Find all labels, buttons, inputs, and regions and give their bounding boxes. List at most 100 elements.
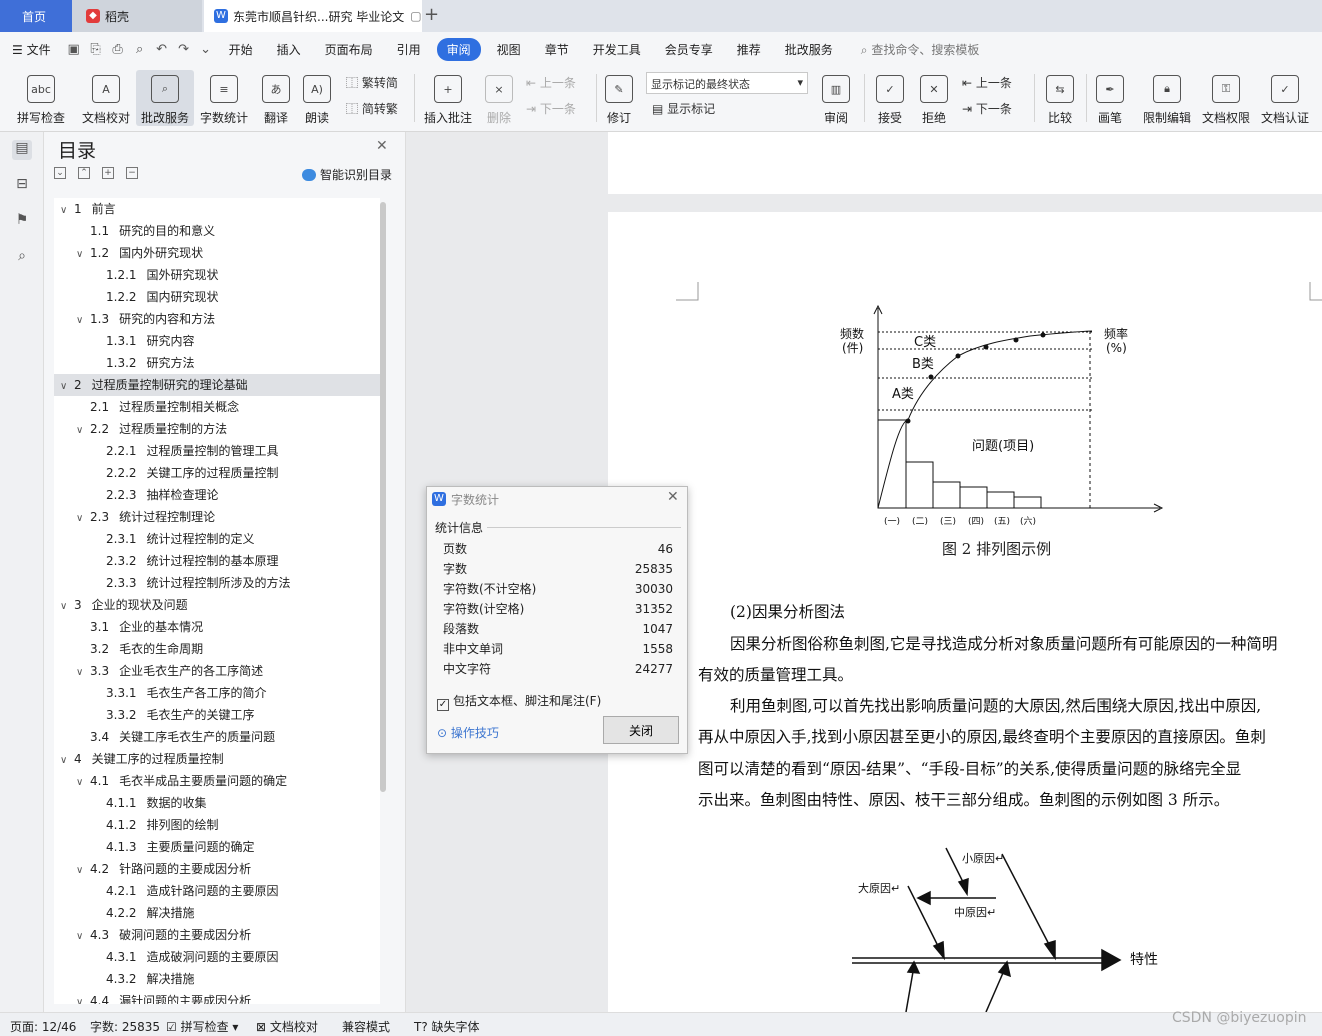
word-count-indicator[interactable]: 字数: 25835 bbox=[90, 1018, 160, 1035]
menu-item-5[interactable]: 视图 bbox=[485, 41, 533, 58]
export-icon[interactable]: ⎘ bbox=[85, 42, 107, 57]
toc-item[interactable]: 2.1 过程质量控制相关概念 bbox=[54, 396, 380, 418]
toc-item[interactable]: ∨ 2.2 过程质量控制的方法 bbox=[54, 418, 380, 440]
spell-check-toggle[interactable]: ☑ 拼写检查 ▾ bbox=[166, 1018, 238, 1035]
chevron-down-icon[interactable]: ∨ bbox=[60, 750, 74, 772]
toc-item[interactable]: 1.1 研究的目的和意义 bbox=[54, 220, 380, 242]
tab-home[interactable]: 首页 bbox=[0, 0, 72, 32]
accept-button[interactable]: ✓ 接受 bbox=[870, 70, 910, 126]
chevron-down-icon[interactable]: ∨ bbox=[76, 508, 90, 530]
toc-item[interactable]: 2.3.1 统计过程控制的定义 bbox=[54, 528, 380, 550]
restrict-edit-button[interactable]: 🔒︎ 限制编辑 bbox=[1140, 70, 1194, 126]
translate-button[interactable]: あ翻译 bbox=[256, 70, 296, 126]
toc-item[interactable]: 4.1.1 数据的收集 bbox=[54, 792, 380, 814]
spell-check-button[interactable]: abc 拼写检查 bbox=[10, 70, 72, 126]
toc-item[interactable]: ∨ 3 企业的现状及问题 bbox=[54, 594, 380, 616]
word-count-button[interactable]: ≡ 字数统计 bbox=[198, 70, 250, 126]
chevron-down-icon[interactable]: ∨ bbox=[60, 200, 74, 222]
toc-item[interactable]: 3.2 毛衣的生命周期 bbox=[54, 638, 380, 660]
toc-item[interactable]: ∨ 2 过程质量控制研究的理论基础 bbox=[54, 374, 380, 396]
chevron-down-icon[interactable]: ∨ bbox=[76, 992, 90, 1004]
chevron-down-icon[interactable]: ∨ bbox=[60, 596, 74, 618]
delete-comment-button[interactable]: × 删除 bbox=[480, 70, 518, 126]
toc-item[interactable]: 2.2.1 过程质量控制的管理工具 bbox=[54, 440, 380, 462]
insert-comment-button[interactable]: + 插入批注 bbox=[420, 70, 476, 126]
toc-item[interactable]: 1.2.1 国外研究现状 bbox=[54, 264, 380, 286]
toc-item[interactable]: 3.3.1 毛衣生产各工序的简介 bbox=[54, 682, 380, 704]
chevron-down-icon[interactable]: ∨ bbox=[76, 310, 90, 332]
toc-item[interactable]: 3.4 关键工序毛衣生产的质量问题 bbox=[54, 726, 380, 748]
tab-daoke[interactable]: ◆ 稻壳 bbox=[72, 0, 202, 32]
redo-icon[interactable]: ↷ bbox=[173, 42, 195, 57]
toc-item[interactable]: 2.3.3 统计过程控制所涉及的方法 bbox=[54, 572, 380, 594]
chevron-down-icon[interactable]: ∨ bbox=[76, 420, 90, 442]
collapse-all-icon[interactable]: ⌄ bbox=[54, 167, 66, 179]
new-tab-button[interactable]: + bbox=[424, 4, 439, 25]
show-markup-button[interactable]: ▤ 显示标记 bbox=[652, 100, 715, 117]
next-comment-button[interactable]: ⇥ 下一条 bbox=[526, 100, 576, 117]
prev-change-button[interactable]: ⇤ 上一条 bbox=[962, 74, 1012, 91]
toc-item[interactable]: ∨ 4.1 毛衣半成品主要质量问题的确定 bbox=[54, 770, 380, 792]
toc-item[interactable]: 4.2.1 造成针路问题的主要原因 bbox=[54, 880, 380, 902]
compare-button[interactable]: ⇆ 比较 bbox=[1040, 70, 1080, 126]
tab-close-icon[interactable]: ▢ bbox=[410, 9, 421, 23]
toc-item[interactable]: 2.2.3 抽样检查理论 bbox=[54, 484, 380, 506]
reject-button[interactable]: ✕ 拒绝 bbox=[914, 70, 954, 126]
to-simplified-button[interactable]: ⿰ 简转繁 bbox=[346, 100, 398, 117]
chevron-down-icon[interactable]: ∨ bbox=[60, 376, 74, 398]
dialog-close-icon[interactable]: ✕ bbox=[667, 489, 679, 505]
toc-item[interactable]: 2.3.2 统计过程控制的基本原理 bbox=[54, 550, 380, 572]
toc-item[interactable]: ∨ 4.2 针路问题的主要成因分析 bbox=[54, 858, 380, 880]
page-indicator[interactable]: 页面: 12/46 bbox=[10, 1018, 76, 1035]
toc-item[interactable]: ∨ 1.3 研究的内容和方法 bbox=[54, 308, 380, 330]
preview-icon[interactable]: ⌕ bbox=[129, 42, 151, 57]
toc-item[interactable]: 4.3.2 解决措施 bbox=[54, 968, 380, 990]
chevron-down-icon[interactable]: ∨ bbox=[76, 772, 90, 794]
file-menu[interactable]: ☰ 文件 bbox=[0, 41, 63, 58]
toc-item[interactable]: ∨ 4.3 破洞问题的主要成因分析 bbox=[54, 924, 380, 946]
document-permission-button[interactable]: ⚿ 文档权限 bbox=[1200, 70, 1252, 126]
prev-comment-button[interactable]: ⇤ 上一条 bbox=[526, 74, 576, 91]
menu-item-4[interactable]: 审阅 bbox=[436, 37, 481, 61]
markup-state-select[interactable]: 显示标记的最终状态 ▾ bbox=[646, 72, 808, 94]
missing-font[interactable]: T? 缺失字体 bbox=[414, 1018, 480, 1035]
include-checkbox[interactable]: ✓ 包括文本框、脚注和尾注(F) bbox=[437, 692, 601, 711]
toc-item[interactable]: 4.3.1 造成破洞问题的主要原因 bbox=[54, 946, 380, 968]
review-pane-button[interactable]: ▥ 审阅 bbox=[816, 70, 856, 126]
menu-item-1[interactable]: 插入 bbox=[265, 41, 313, 58]
expand-up-icon[interactable]: ⌃ bbox=[78, 167, 90, 179]
chevron-down-icon[interactable]: ∨ bbox=[76, 860, 90, 882]
print-icon[interactable]: ⎙ bbox=[107, 42, 129, 57]
add-heading-icon[interactable]: + bbox=[102, 167, 114, 179]
menu-item-7[interactable]: 开发工具 bbox=[581, 41, 653, 58]
proof-toggle[interactable]: ⊠ 文档校对 bbox=[256, 1018, 318, 1035]
menu-item-6[interactable]: 章节 bbox=[533, 41, 581, 58]
toc-item[interactable]: ∨ 1.2 国内外研究现状 bbox=[54, 242, 380, 264]
toc-item[interactable]: 1.3.2 研究方法 bbox=[54, 352, 380, 374]
proof-button[interactable]: A 文档校对 bbox=[78, 70, 134, 126]
toc-item[interactable]: 1.3.1 研究内容 bbox=[54, 330, 380, 352]
save-icon[interactable]: ▣ bbox=[63, 42, 85, 57]
revise-button[interactable]: ✎ 修订 bbox=[600, 70, 638, 126]
bookmark-icon[interactable]: ⚑ bbox=[12, 212, 32, 232]
tips-link[interactable]: ⊙ 操作技巧 bbox=[437, 724, 499, 741]
menu-item-0[interactable]: 开始 bbox=[217, 41, 265, 58]
toc-item[interactable]: 4.1.2 排列图的绘制 bbox=[54, 814, 380, 836]
toc-item[interactable]: 1.2.2 国内研究现状 bbox=[54, 286, 380, 308]
menu-item-10[interactable]: 批改服务 bbox=[773, 41, 845, 58]
to-traditional-button[interactable]: ⿰ 繁转简 bbox=[346, 74, 398, 91]
menu-item-8[interactable]: 会员专享 bbox=[653, 41, 725, 58]
smart-toc-button[interactable]: 智能识别目录 bbox=[302, 166, 392, 183]
toc-item[interactable]: 3.3.2 毛衣生产的关键工序 bbox=[54, 704, 380, 726]
toc-item[interactable]: ∨ 4 关键工序的过程质量控制 bbox=[54, 748, 380, 770]
tab-document[interactable]: W 东莞市顺昌针织...研究 毕业论文 ▢ bbox=[204, 0, 422, 32]
menu-item-3[interactable]: 引用 bbox=[385, 41, 433, 58]
navigation-icon[interactable]: ⊟ bbox=[12, 176, 32, 196]
next-change-button[interactable]: ⇥ 下一条 bbox=[962, 100, 1012, 117]
toc-item[interactable]: 4.1.3 主要质量问题的确定 bbox=[54, 836, 380, 858]
command-search[interactable]: ⌕ 查找命令、搜索模板 bbox=[861, 41, 980, 58]
toc-item[interactable]: ∨ 3.3 企业毛衣生产的各工序简述 bbox=[54, 660, 380, 682]
document-cert-button[interactable]: ✓ 文档认证 bbox=[1258, 70, 1312, 126]
toc-item[interactable]: ∨ 1 前言 bbox=[54, 198, 380, 220]
toc-item[interactable]: 3.1 企业的基本情况 bbox=[54, 616, 380, 638]
